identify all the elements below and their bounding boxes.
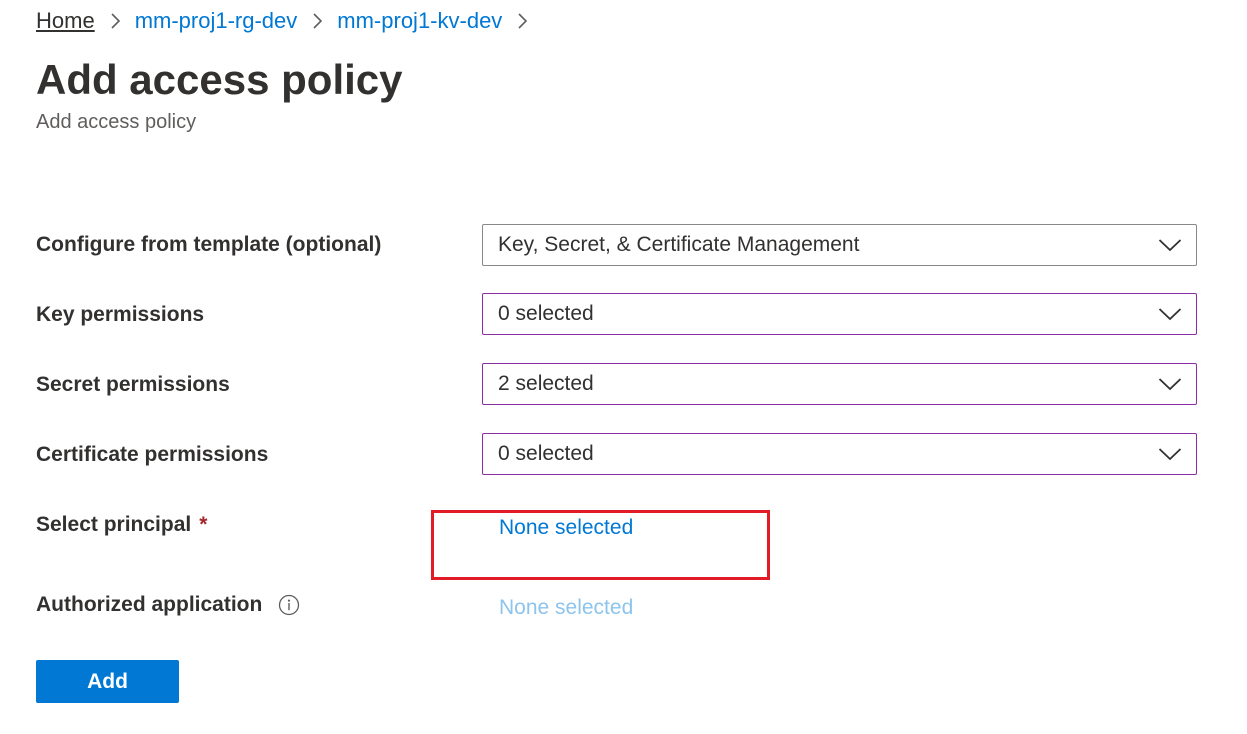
breadcrumb: Home mm-proj1-rg-dev mm-proj1-kv-dev (36, 6, 542, 36)
key-permissions-value: 0 selected (498, 302, 594, 325)
page-subtitle: Add access policy (36, 111, 197, 133)
certificate-permissions-value: 0 selected (498, 442, 594, 465)
principal-label-text: Select principal (36, 513, 192, 536)
chevron-right-icon (297, 6, 337, 36)
secret-permissions-label: Secret permissions (36, 370, 230, 400)
chevron-down-icon (1158, 307, 1182, 321)
key-permissions-dropdown[interactable]: 0 selected (482, 293, 1197, 335)
add-button[interactable]: Add (36, 660, 179, 703)
secret-permissions-value: 2 selected (498, 372, 594, 395)
template-label-text: Configure from template (optional) (36, 233, 382, 256)
authorized-application-label: Authorized application (36, 590, 300, 620)
principal-label: Select principal * (36, 510, 207, 540)
highlight-box (431, 510, 770, 580)
authorized-application-link: None selected (499, 596, 634, 619)
certificate-permissions-label: Certificate permissions (36, 440, 268, 470)
key-permissions-label-text: Key permissions (36, 303, 205, 326)
certificate-permissions-label-text: Certificate permissions (36, 443, 269, 466)
key-permissions-label: Key permissions (36, 300, 204, 330)
chevron-right-icon (502, 6, 542, 36)
template-label: Configure from template (optional) (36, 230, 381, 260)
template-dropdown-value: Key, Secret, & Certificate Management (498, 233, 860, 256)
chevron-down-icon (1158, 238, 1182, 252)
template-dropdown[interactable]: Key, Secret, & Certificate Management (482, 224, 1197, 266)
breadcrumb-resource-group-link[interactable]: mm-proj1-rg-dev (135, 8, 298, 34)
chevron-down-icon (1158, 447, 1182, 461)
page-title: Add access policy (36, 56, 403, 103)
chevron-right-icon (95, 6, 135, 36)
secret-permissions-label-text: Secret permissions (36, 373, 230, 396)
chevron-down-icon (1158, 377, 1182, 391)
authorized-application-label-text: Authorized application (36, 593, 263, 616)
required-marker: * (199, 513, 208, 536)
info-icon[interactable] (278, 594, 300, 616)
breadcrumb-home-link[interactable]: Home (36, 8, 95, 34)
secret-permissions-dropdown[interactable]: 2 selected (482, 363, 1197, 405)
breadcrumb-key-vault-link[interactable]: mm-proj1-kv-dev (337, 8, 502, 34)
certificate-permissions-dropdown[interactable]: 0 selected (482, 433, 1197, 475)
